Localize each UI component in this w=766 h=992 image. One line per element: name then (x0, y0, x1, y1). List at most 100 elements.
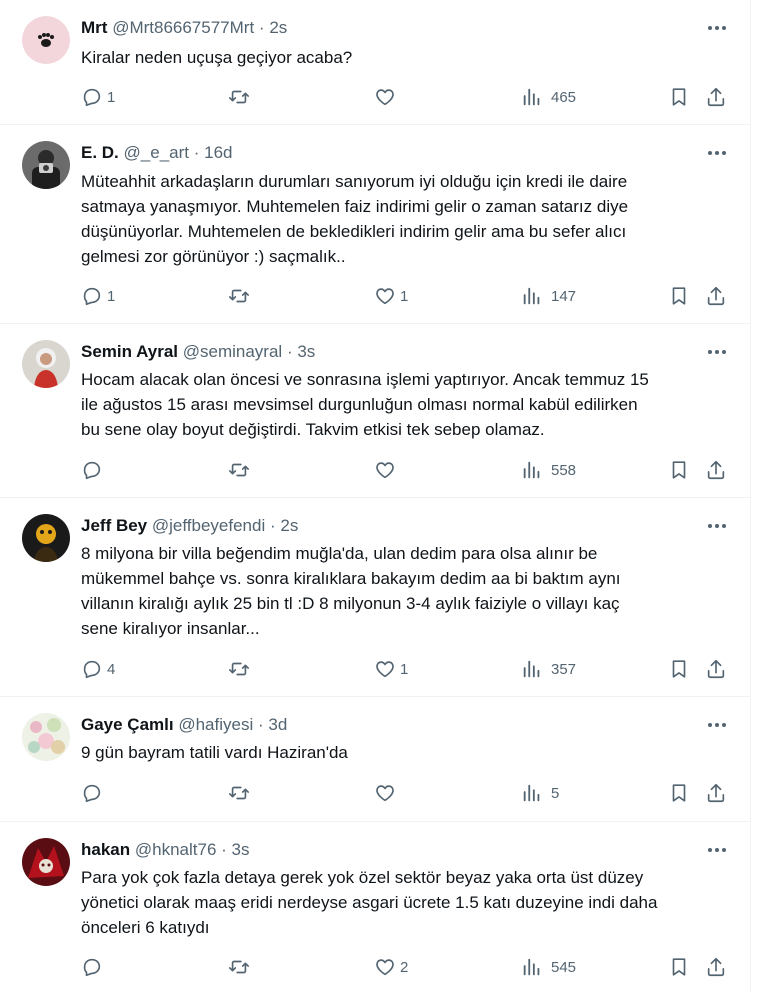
user-handle[interactable]: @_e_art (124, 143, 189, 162)
avatar[interactable] (22, 16, 70, 64)
view-count: 558 (551, 461, 577, 479)
bookmark-icon (672, 88, 686, 106)
separator-dot: · (257, 715, 264, 734)
avatar[interactable] (22, 514, 70, 562)
user-handle[interactable]: @jeffbeyefendi (152, 516, 265, 535)
timestamp[interactable]: 3d (268, 715, 287, 734)
reply-button[interactable]: 4 (81, 657, 115, 681)
share-button[interactable] (705, 781, 727, 805)
avatar[interactable] (22, 713, 70, 761)
retweet-button[interactable] (228, 284, 254, 308)
views-button[interactable]: 465 (521, 85, 576, 109)
like-count: 1 (400, 287, 409, 305)
bookmark-button[interactable] (668, 284, 690, 308)
tweet[interactable]: Jeff Bey @jeffbeyefendi · 2s 8 milyona b… (0, 498, 750, 697)
reply-button[interactable] (81, 458, 107, 482)
display-name[interactable]: E. D. (81, 143, 119, 162)
bookmark-button[interactable] (668, 458, 690, 482)
bookmark-icon (672, 660, 686, 678)
retweet-button[interactable] (228, 458, 254, 482)
like-button[interactable] (374, 85, 400, 109)
heart-icon (376, 89, 394, 106)
tweet-header: Mrt @Mrt86667577Mrt · 2s (81, 18, 287, 38)
heart-icon (376, 785, 394, 802)
timestamp[interactable]: 3s (232, 840, 250, 859)
share-button[interactable] (705, 458, 727, 482)
like-button[interactable]: 2 (374, 955, 408, 979)
retweet-button[interactable] (228, 85, 254, 109)
like-button[interactable]: 1 (374, 657, 408, 681)
reply-count: 1 (107, 287, 116, 305)
user-handle[interactable]: @hknalt76 (135, 840, 217, 859)
views-button[interactable]: 558 (521, 458, 576, 482)
tweet-text: 9 gün bayram tatili vardı Haziran'da (81, 743, 348, 762)
views-button[interactable]: 5 (521, 781, 559, 805)
views-button[interactable]: 147 (521, 284, 576, 308)
tweet[interactable]: Mrt @Mrt86667577Mrt · 2s Kiralar neden u… (0, 0, 750, 125)
views-button[interactable]: 545 (521, 955, 576, 979)
tweet-text: Müteahhit arkadaşların durumları sanıyor… (81, 172, 629, 266)
reply-button[interactable] (81, 781, 107, 805)
reply-button[interactable]: 1 (81, 85, 115, 109)
share-button[interactable] (705, 657, 727, 681)
timestamp[interactable]: 2s (280, 516, 298, 535)
bookmark-button[interactable] (668, 955, 690, 979)
share-icon (707, 87, 725, 107)
bookmark-icon (672, 784, 686, 802)
view-count: 5 (551, 784, 560, 802)
retweet-button[interactable] (228, 781, 254, 805)
avatar[interactable] (22, 141, 70, 189)
more-options-button[interactable] (704, 18, 730, 38)
retweet-icon (229, 662, 249, 676)
display-name[interactable]: Mrt (81, 18, 107, 37)
avatar[interactable] (22, 838, 70, 886)
bookmark-button[interactable] (668, 781, 690, 805)
separator-dot: · (258, 18, 265, 37)
tweet-header: Jeff Bey @jeffbeyefendi · 2s (81, 516, 298, 536)
like-button[interactable] (374, 458, 400, 482)
retweet-button[interactable] (228, 657, 254, 681)
like-button[interactable] (374, 781, 400, 805)
share-button[interactable] (705, 955, 727, 979)
timestamp[interactable]: 3s (297, 342, 315, 361)
bookmark-button[interactable] (668, 85, 690, 109)
tweet-text: 8 milyona bir villa beğendim muğla'da, u… (81, 544, 621, 638)
user-handle[interactable]: @seminayral (183, 342, 282, 361)
more-options-button[interactable] (704, 143, 730, 163)
bookmark-button[interactable] (668, 657, 690, 681)
reply-button[interactable]: 1 (81, 284, 115, 308)
more-dots-icon (708, 350, 726, 354)
tweet[interactable]: hakan @hknalt76 · 3s Para yok çok fazla … (0, 822, 750, 992)
retweet-icon (229, 463, 249, 477)
reply-icon (83, 660, 101, 679)
timestamp[interactable]: 16d (204, 143, 232, 162)
share-icon (707, 957, 725, 977)
avatar[interactable] (22, 340, 70, 388)
user-handle[interactable]: @Mrt86667577Mrt (112, 18, 254, 37)
tweet[interactable]: Semin Ayral @seminayral · 3s Hocam alaca… (0, 324, 750, 498)
display-name[interactable]: hakan (81, 840, 130, 859)
like-button[interactable]: 1 (374, 284, 408, 308)
like-count: 1 (400, 660, 409, 678)
views-button[interactable]: 357 (521, 657, 576, 681)
user-handle[interactable]: @hafiyesi (178, 715, 253, 734)
tweet[interactable]: Gaye Çamlı @hafiyesi · 3d 9 gün bayram t… (0, 697, 750, 822)
timestamp[interactable]: 2s (269, 18, 287, 37)
tweet-actions: 4 1 357 (0, 657, 750, 681)
reply-button[interactable] (81, 955, 107, 979)
display-name[interactable]: Gaye Çamlı (81, 715, 174, 734)
share-icon (707, 286, 725, 306)
more-dots-icon (708, 26, 726, 30)
separator-dot: · (286, 342, 293, 361)
more-options-button[interactable] (704, 342, 730, 362)
tweet[interactable]: E. D. @_e_art · 16d Müteahhit arkadaşlar… (0, 125, 750, 324)
more-options-button[interactable] (704, 516, 730, 536)
display-name[interactable]: Semin Ayral (81, 342, 178, 361)
more-options-button[interactable] (704, 715, 730, 735)
more-options-button[interactable] (704, 840, 730, 860)
share-button[interactable] (705, 284, 727, 308)
view-count: 357 (551, 660, 577, 678)
retweet-button[interactable] (228, 955, 254, 979)
display-name[interactable]: Jeff Bey (81, 516, 147, 535)
share-button[interactable] (705, 85, 727, 109)
